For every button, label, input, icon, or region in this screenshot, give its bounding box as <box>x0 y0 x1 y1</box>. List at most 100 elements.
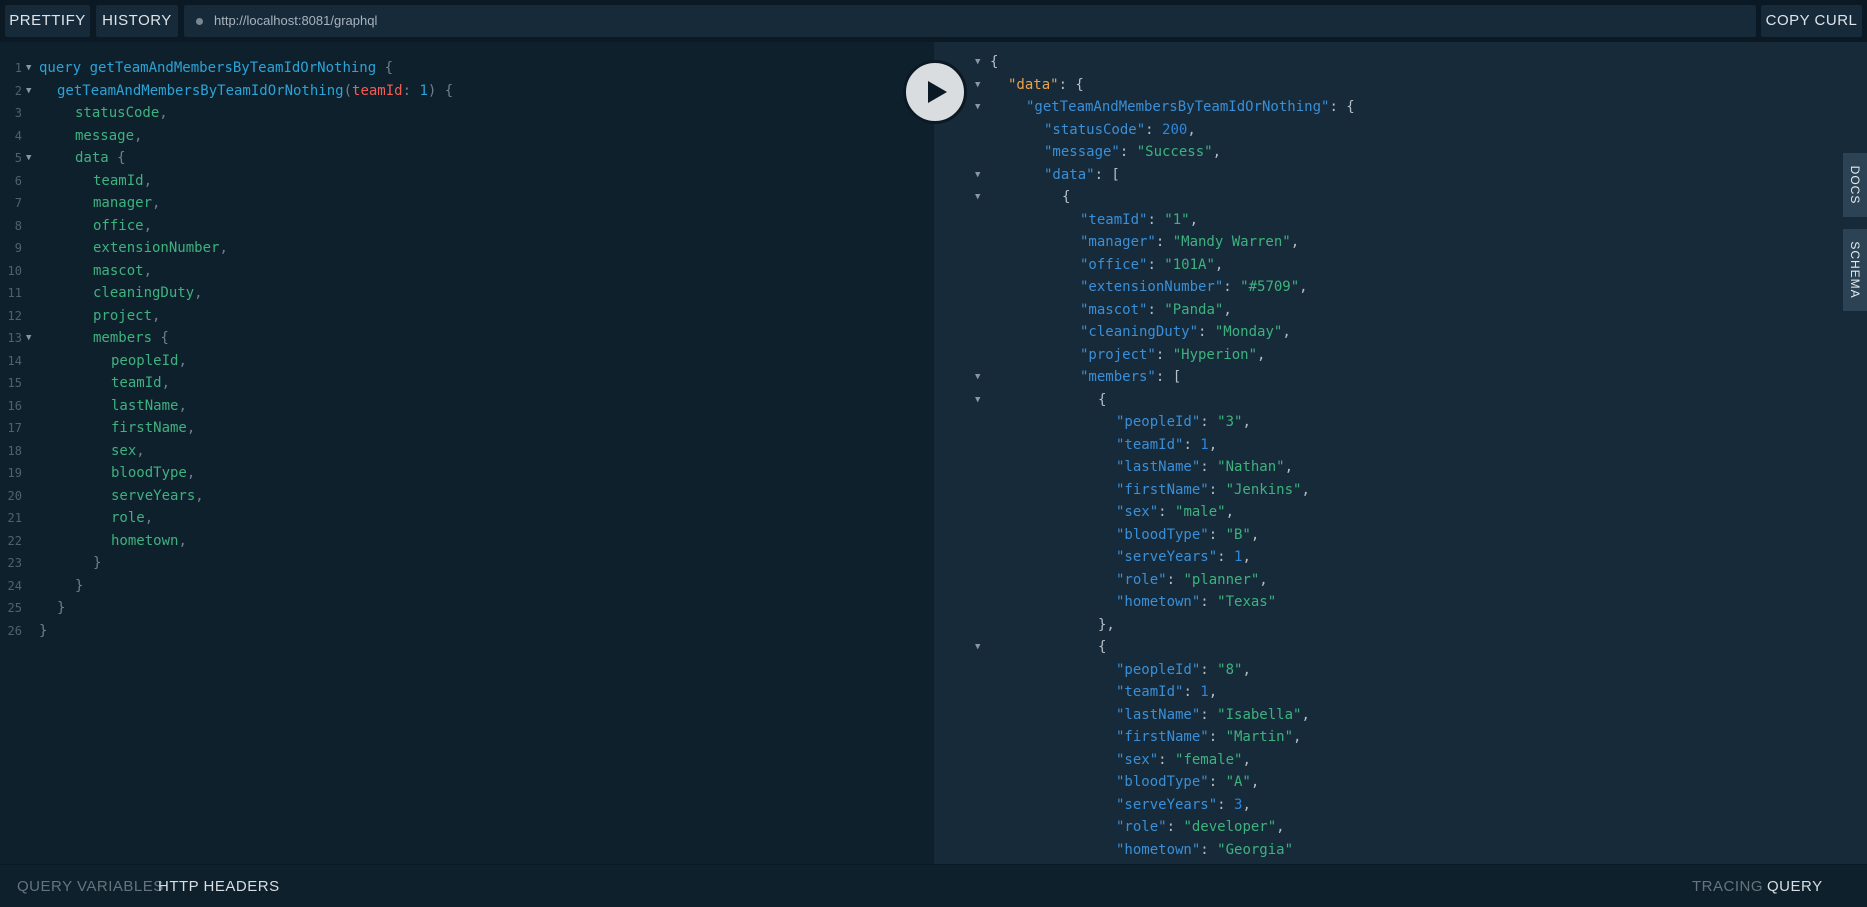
result-line: "message": "Success", <box>1044 141 1221 164</box>
code-token: teamId <box>111 375 162 391</box>
json-token: "bloodType" <box>1116 526 1209 543</box>
fold-arrow-icon[interactable]: ▼ <box>975 389 980 412</box>
result-line: { <box>1098 389 1106 412</box>
json-token: }, <box>1098 616 1115 633</box>
json-token: "Isabella" <box>1217 706 1302 723</box>
fold-arrow-icon[interactable]: ▼ <box>975 366 980 389</box>
result-line: "teamId": "1", <box>1080 209 1198 232</box>
result-line: "sex": "male", <box>1116 501 1234 524</box>
fold-arrow-icon[interactable]: ▼ <box>26 57 31 80</box>
fold-arrow-icon[interactable]: ▼ <box>975 74 980 97</box>
json-token: "teamId" <box>1116 684 1184 700</box>
query-variables-tab[interactable]: QUERY VARIABLES <box>17 865 164 907</box>
code-token: , <box>186 420 196 436</box>
fold-arrow-icon[interactable]: ▼ <box>26 327 31 350</box>
json-token: "Martin" <box>1225 729 1294 745</box>
json-token: , <box>1208 436 1218 453</box>
json-token: , <box>1242 661 1251 678</box>
json-token: : [ <box>1155 369 1182 385</box>
json-token: "1" <box>1164 211 1190 228</box>
code-line: } <box>75 575 83 598</box>
json-token: "teamId" <box>1116 436 1184 453</box>
line-number: 15 <box>7 376 22 390</box>
query-plan-tab[interactable]: QUERY PLAN <box>1767 865 1867 907</box>
code-token: , <box>136 442 145 459</box>
result-line: "firstName": "Martin", <box>1116 726 1301 749</box>
endpoint-url-text: http://localhost:8081/graphql <box>214 13 378 28</box>
toolbar: PRETTIFY HISTORY http://localhost:8081/g… <box>0 0 1867 42</box>
json-token: : <box>1217 796 1235 813</box>
code-line: teamId, <box>111 372 170 395</box>
result-line: "peopleId": "8", <box>1116 659 1251 682</box>
fold-arrow-icon[interactable]: ▼ <box>975 96 980 119</box>
result-line: "hometown": "Georgia" <box>1116 839 1293 862</box>
copy-curl-button[interactable]: COPY CURL <box>1761 5 1862 37</box>
json-token: : <box>1200 594 1218 610</box>
code-token: , <box>219 240 228 256</box>
line-number: 5 <box>14 151 22 165</box>
code-line: statusCode, <box>75 102 168 125</box>
schema-tab[interactable]: SCHEMA <box>1843 229 1867 311</box>
line-number: 4 <box>14 128 22 143</box>
code-token: bloodType <box>111 465 187 481</box>
http-headers-tab[interactable]: HTTP HEADERS <box>158 865 280 907</box>
query-editor[interactable]: 1 ▼ query getTeamAndMembersByTeamIdOrNothi… <box>0 42 934 864</box>
code-token: ) { <box>427 82 454 99</box>
json-token: , <box>1250 774 1260 790</box>
json-token: "data" <box>1044 166 1095 183</box>
code-line: } <box>93 552 101 575</box>
code-token: getTeamAndMembersByTeamIdOrNothing <box>89 60 377 76</box>
docs-tab[interactable]: DOCS <box>1843 153 1867 217</box>
code-line: data { <box>75 147 126 170</box>
result-line: "bloodType": "A", <box>1116 771 1259 794</box>
code-token: , <box>143 217 153 234</box>
prettify-button[interactable]: PRETTIFY <box>5 5 90 37</box>
history-button[interactable]: HISTORY <box>96 5 178 37</box>
json-token: , <box>1276 819 1285 835</box>
fold-arrow-icon[interactable]: ▼ <box>975 186 980 209</box>
code-token: , <box>195 487 204 504</box>
result-viewer: ▼{▼ "data": {▼ "getTeamAndMembersByTeamIdO… <box>934 42 1867 864</box>
code-line: getTeamAndMembersByTeamIdOrNothing(teamI… <box>57 80 453 103</box>
code-token: , <box>134 127 143 144</box>
json-token: : <box>1158 751 1176 768</box>
json-token: "A" <box>1225 774 1251 790</box>
fold-arrow-icon[interactable]: ▼ <box>975 164 980 187</box>
json-token: "manager" <box>1080 234 1156 250</box>
code-line: manager, <box>93 192 160 215</box>
code-token: message <box>75 127 135 144</box>
tracing-tab[interactable]: TRACING <box>1692 865 1763 907</box>
result-line: { <box>990 51 998 74</box>
line-number: 19 <box>7 466 22 480</box>
line-number: 1 <box>14 61 22 75</box>
code-token: , <box>161 375 171 391</box>
json-token: "male" <box>1175 504 1226 520</box>
code-token: cleaningDuty <box>93 285 195 301</box>
endpoint-url-input[interactable]: http://localhost:8081/graphql <box>184 5 1756 37</box>
run-query-button[interactable] <box>903 60 967 124</box>
fold-arrow-icon[interactable]: ▼ <box>975 51 980 74</box>
code-token: data <box>75 150 109 166</box>
json-token: "lastName" <box>1116 706 1201 723</box>
json-token: { <box>1098 391 1107 408</box>
json-token: : <box>1119 144 1137 160</box>
json-token: "message" <box>1044 144 1120 160</box>
json-token: : <box>1147 301 1165 318</box>
json-token: "3" <box>1217 414 1243 430</box>
fold-arrow-icon[interactable]: ▼ <box>975 636 980 659</box>
json-token: "Jenkins" <box>1225 481 1302 498</box>
line-number: 20 <box>7 488 22 503</box>
code-token: , <box>178 352 187 369</box>
line-number: 7 <box>14 196 22 210</box>
code-token: manager <box>93 195 153 211</box>
json-token: "Nathan" <box>1217 459 1285 475</box>
code-line: message, <box>75 125 142 148</box>
fold-arrow-icon[interactable]: ▼ <box>26 80 31 103</box>
result-line: "peopleId": "3", <box>1116 411 1251 434</box>
result-line: "data": { <box>1008 74 1084 97</box>
json-token: "sex" <box>1116 751 1159 768</box>
json-token: , <box>1214 256 1224 273</box>
json-token: "firstName" <box>1116 729 1209 745</box>
json-token: : <box>1158 504 1176 520</box>
fold-arrow-icon[interactable]: ▼ <box>26 147 31 170</box>
